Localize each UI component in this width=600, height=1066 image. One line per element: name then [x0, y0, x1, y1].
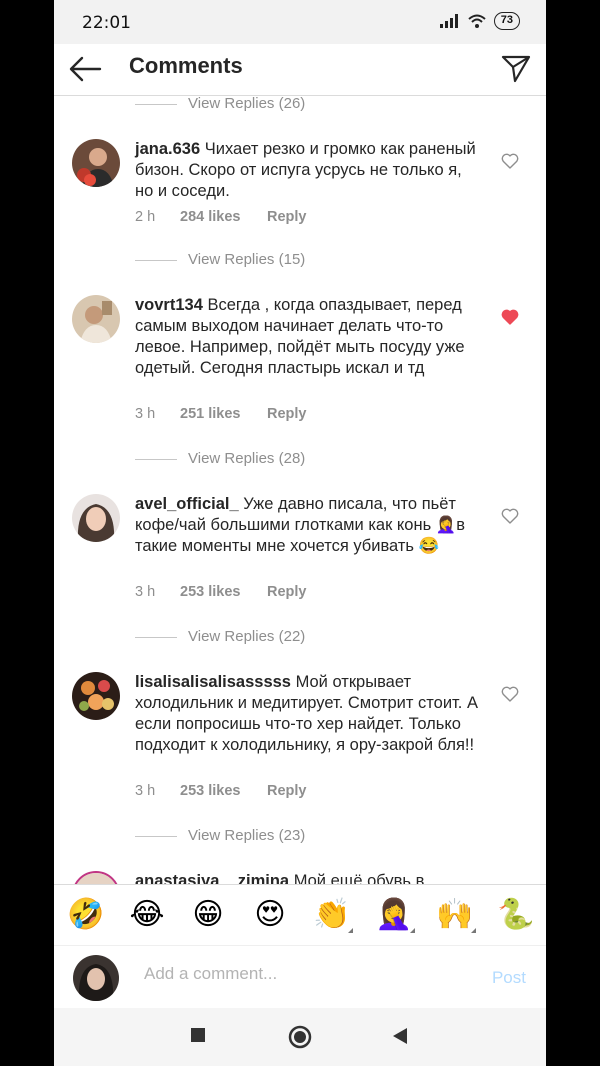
comment-text: anastasiya__zimina Мой ещё обувь в	[135, 871, 481, 884]
emoji-raised-hands-button[interactable]: 🙌	[436, 897, 476, 933]
view-replies-top[interactable]: View Replies (26)	[54, 96, 546, 115]
comment-username[interactable]: lisalisalisalisasssss	[135, 673, 291, 691]
emoji-rofl-button[interactable]: 🤣	[67, 897, 104, 933]
comment-text: avel_official_ Уже давно писала, что пьё…	[135, 494, 481, 557]
avatar[interactable]	[72, 672, 120, 720]
comment-text: vovrt134 Всегда , когда опаздывает, пере…	[135, 295, 481, 379]
emoji-grin-button[interactable]: 😁	[190, 897, 226, 933]
comment-likes[interactable]: 251 likes	[180, 406, 240, 422]
comment-time: 3 h	[135, 584, 156, 600]
emoji-heart-eyes-button[interactable]: 😍	[252, 897, 288, 933]
comment-time: 2 h	[135, 209, 156, 225]
page-title: Comments	[129, 53, 243, 78]
skin-tone-indicator	[410, 928, 415, 933]
emoji-raised-hands-glyph: 🙌	[436, 897, 474, 932]
emoji-quick-bar: 🤣 😂 😁 😍 👏 🤦‍♀️ 🙌 🐍	[54, 884, 546, 945]
emoji-clap-glyph: 👏	[313, 897, 351, 932]
avatar[interactable]	[72, 295, 120, 343]
comment-input[interactable]	[144, 964, 444, 984]
skin-tone-indicator	[471, 928, 476, 933]
reply-button[interactable]: Reply	[267, 406, 307, 422]
skin-tone-indicator	[348, 928, 353, 933]
emoji-facepalm-button[interactable]: 🤦‍♀️	[375, 897, 415, 933]
signal-icon	[439, 14, 458, 28]
status-icons: 73	[439, 12, 520, 30]
comment-text: lisalisalisalisasssss Мой открывает холо…	[135, 672, 481, 756]
back-triangle-icon[interactable]	[392, 1027, 408, 1045]
emoji-joy-button[interactable]: 😂	[129, 897, 165, 933]
comment-username[interactable]: jana.636	[135, 140, 200, 158]
direct-send-icon[interactable]	[500, 52, 532, 84]
reply-button[interactable]: Reply	[267, 209, 307, 225]
emoji-facepalm-glyph: 🤦‍♀️	[375, 897, 413, 932]
status-bar: 22:01 73	[54, 0, 546, 44]
emoji-clap-button[interactable]: 👏	[313, 897, 353, 933]
comment-text: jana.636 Чихает резко и громко как ранен…	[135, 139, 481, 202]
comment-time: 3 h	[135, 783, 156, 799]
comment-username[interactable]: vovrt134	[135, 296, 203, 314]
comment-body: Мой ещё обувь в	[293, 872, 425, 884]
home-circle-icon[interactable]	[288, 1025, 312, 1049]
comment-username[interactable]: avel_official_	[135, 495, 239, 513]
heart-outline-icon[interactable]	[501, 686, 519, 702]
comments-feed: View Replies (26) jana.636 Чихает резко …	[54, 96, 546, 884]
comment-composer: Post	[54, 945, 546, 1008]
my-avatar	[73, 955, 119, 1001]
comment-username[interactable]: anastasiya__zimina	[135, 872, 289, 884]
heart-outline-icon[interactable]	[501, 508, 519, 524]
avatar[interactable]	[72, 139, 120, 187]
battery-indicator: 73	[493, 12, 520, 30]
view-replies[interactable]: View Replies (23)	[54, 825, 546, 847]
back-arrow-icon[interactable]	[68, 54, 102, 84]
emoji-snake-button[interactable]: 🐍	[497, 897, 534, 933]
app-header: Comments	[54, 44, 546, 96]
avatar[interactable]	[72, 494, 120, 542]
post-button[interactable]: Post	[492, 968, 526, 988]
wifi-icon	[468, 14, 486, 28]
comment-time: 3 h	[135, 406, 156, 422]
view-replies[interactable]: View Replies (15)	[54, 249, 546, 271]
heart-filled-icon[interactable]	[501, 309, 519, 325]
comment-likes[interactable]: 284 likes	[180, 209, 240, 225]
comment-likes[interactable]: 253 likes	[180, 584, 240, 600]
status-time: 22:01	[82, 13, 131, 33]
comment-likes[interactable]: 253 likes	[180, 783, 240, 799]
phone-screen: 22:01 73 Comments View Replies (26) jana…	[54, 0, 546, 1066]
recents-square-icon[interactable]	[190, 1027, 206, 1043]
reply-button[interactable]: Reply	[267, 783, 307, 799]
avatar[interactable]	[72, 871, 120, 884]
view-replies[interactable]: View Replies (22)	[54, 626, 546, 648]
reply-button[interactable]: Reply	[267, 584, 307, 600]
system-nav-bar	[54, 1008, 546, 1066]
view-replies[interactable]: View Replies (28)	[54, 448, 546, 470]
heart-outline-icon[interactable]	[501, 153, 519, 169]
